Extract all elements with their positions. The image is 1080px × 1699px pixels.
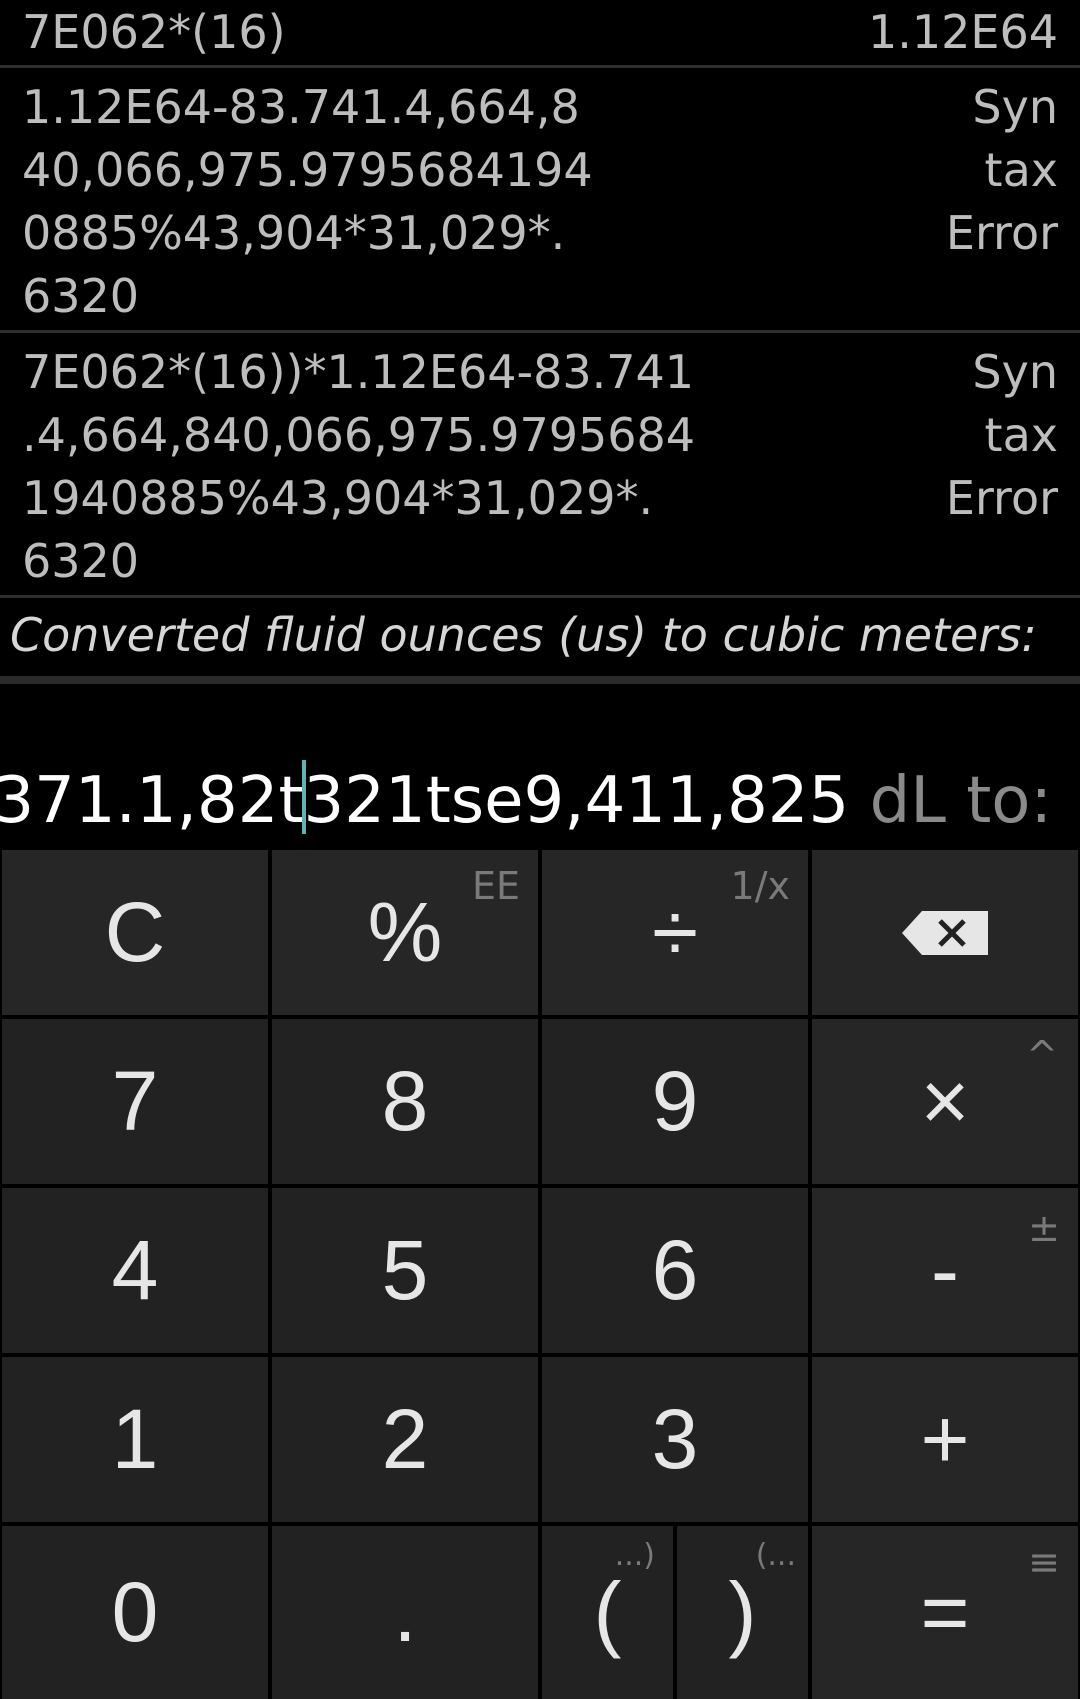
history-list: 7E062*(16) 1.12E64 1.12E64-83.741.4,664,… xyxy=(0,0,1080,598)
clear-label: C xyxy=(104,885,166,979)
history-entry[interactable]: 7E062*(16))*1.12E64-83.741 .4,664,840,06… xyxy=(0,333,1080,598)
digit-8-button[interactable]: 8 xyxy=(272,1019,538,1184)
close-paren-hint: (... xyxy=(755,1538,796,1573)
divide-label: ÷ xyxy=(651,885,699,979)
digit-label: 5 xyxy=(381,1223,429,1317)
close-paren-label: ) xyxy=(728,1565,757,1659)
equals-label: = xyxy=(920,1565,970,1659)
digit-4-button[interactable]: 4 xyxy=(2,1188,268,1353)
decimal-button[interactable]: . xyxy=(272,1526,538,1699)
digit-3-button[interactable]: 3 xyxy=(542,1357,808,1522)
digit-2-button[interactable]: 2 xyxy=(272,1357,538,1522)
close-paren-button[interactable]: ) (... xyxy=(677,1526,808,1699)
history-result: Syn tax Error xyxy=(945,345,1058,525)
backspace-icon xyxy=(902,910,988,955)
unit-suffix: dL to: xyxy=(849,764,1052,838)
digit-label: 9 xyxy=(651,1054,699,1148)
plus-button[interactable]: + xyxy=(812,1357,1078,1522)
divide-button[interactable]: ÷ 1/x xyxy=(542,850,808,1015)
digit-9-button[interactable]: 9 xyxy=(542,1019,808,1184)
conversion-label: Converted fluid ounces (us) to cubic met… xyxy=(10,608,1037,662)
digit-1-button[interactable]: 1 xyxy=(2,1357,268,1522)
digit-0-button[interactable]: 0 xyxy=(2,1526,268,1699)
keypad: C % EE ÷ 1/x 7 8 9 × ^ 4 5 6 - ± 1 2 3 +… xyxy=(0,850,1080,1699)
decimal-label: . xyxy=(393,1565,417,1659)
history-result: Syn tax Error xyxy=(945,80,1058,260)
input-text-after-caret: 321tse9,411,825 xyxy=(303,764,850,838)
digit-label: 8 xyxy=(381,1054,429,1148)
digit-label: 1 xyxy=(111,1392,159,1486)
digit-label: 2 xyxy=(381,1392,429,1486)
reciprocal-label: 1/x xyxy=(730,864,790,908)
plus-minus-label: ± xyxy=(1028,1206,1060,1250)
minus-label: - xyxy=(931,1223,959,1317)
digit-label: 3 xyxy=(651,1392,699,1486)
digit-7-button[interactable]: 7 xyxy=(2,1019,268,1184)
minus-button[interactable]: - ± xyxy=(812,1188,1078,1353)
percent-button[interactable]: % EE xyxy=(272,850,538,1015)
equals-button[interactable]: = ≡ xyxy=(812,1526,1078,1699)
history-expression: 7E062*(16))*1.12E64-83.741 .4,664,840,06… xyxy=(22,345,696,588)
input-text-before-caret: 371.1,82t xyxy=(0,764,304,838)
percent-label: % xyxy=(367,885,443,979)
digit-5-button[interactable]: 5 xyxy=(272,1188,538,1353)
backspace-button[interactable] xyxy=(812,850,1078,1015)
divider xyxy=(0,676,1080,684)
expression-display[interactable]: 371.1,82t321tse9,411,825 dL to: xyxy=(0,740,1080,850)
multiply-button[interactable]: × ^ xyxy=(812,1019,1078,1184)
ee-label: EE xyxy=(471,864,520,908)
history-entry[interactable]: 7E062*(16) 1.12E64 xyxy=(0,0,1080,68)
digit-label: 4 xyxy=(111,1223,159,1317)
digit-6-button[interactable]: 6 xyxy=(542,1188,808,1353)
history-entry[interactable]: 1.12E64-83.741.4,664,8 40,066,975.979568… xyxy=(0,68,1080,333)
digit-label: 6 xyxy=(651,1223,699,1317)
open-paren-hint: ...) xyxy=(614,1538,655,1573)
multiply-label: × xyxy=(920,1054,970,1148)
digit-label: 7 xyxy=(111,1054,159,1148)
plus-label: + xyxy=(920,1392,970,1486)
clear-button[interactable]: C xyxy=(2,850,268,1015)
open-paren-button[interactable]: ( ...) xyxy=(542,1526,673,1699)
power-label: ^ xyxy=(1026,1033,1058,1077)
history-expression: 1.12E64-83.741.4,664,8 40,066,975.979568… xyxy=(22,80,593,323)
digit-label: 0 xyxy=(111,1565,159,1659)
history-expression: 7E062*(16) xyxy=(22,5,286,59)
menu-icon: ≡ xyxy=(1028,1540,1060,1584)
open-paren-label: ( xyxy=(593,1565,622,1659)
history-result: 1.12E64 xyxy=(867,5,1058,59)
